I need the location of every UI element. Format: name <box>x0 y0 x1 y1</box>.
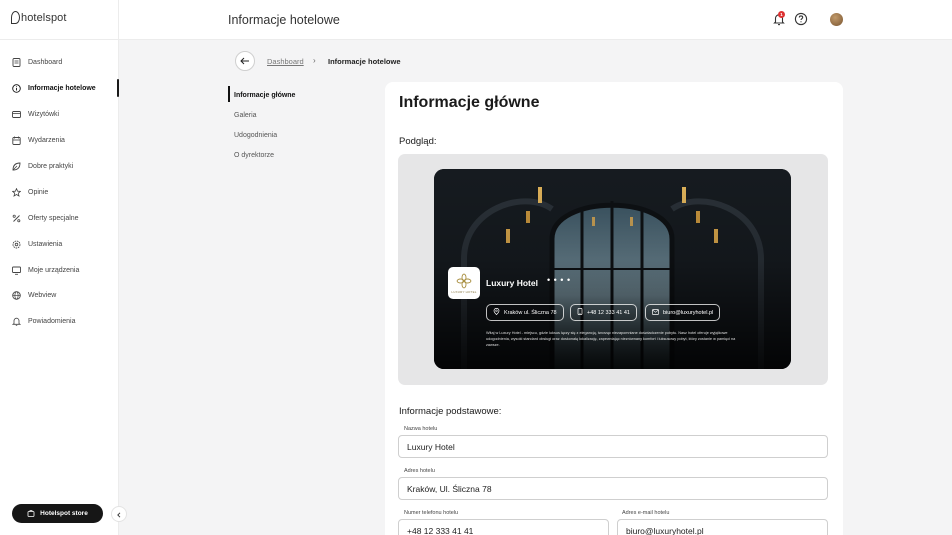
preview-email-chip[interactable]: biuro@luxuryhotel.pl <box>645 304 721 321</box>
topbar: Informacje hotelowe 1 <box>119 0 952 40</box>
notifications-button[interactable]: 1 <box>772 11 786 26</box>
sidebar-item-label: Wizytówki <box>28 111 60 119</box>
sidebar-item-label: Ustawienia <box>28 240 63 248</box>
sidebar-item-notifications[interactable]: Powiadomienia <box>0 309 119 335</box>
breadcrumb-current: Informacje hotelowe <box>328 57 401 66</box>
phone-icon <box>577 308 583 317</box>
hotel-name-field[interactable]: Luxury Hotel <box>398 435 828 458</box>
collapse-sidebar-button[interactable] <box>111 506 127 522</box>
user-avatar[interactable] <box>830 13 843 26</box>
subnav-item-gallery[interactable]: Galeria <box>228 105 295 125</box>
sidebar-item-label: Powiadomienia <box>28 318 76 326</box>
subnav-item-amenities[interactable]: Udogodnienia <box>228 125 295 145</box>
hotel-phone-label: Numer telefonu hotelu <box>404 510 459 516</box>
back-button[interactable] <box>235 51 255 71</box>
sidebar-item-reviews[interactable]: Opinie <box>0 179 119 205</box>
logo-pin-icon <box>11 11 20 24</box>
hotel-logo: LUXURY HOTEL <box>448 267 480 299</box>
sidebar-item-hotel-info[interactable]: Informacje hotelowe <box>0 76 119 102</box>
notification-badge: 1 <box>778 11 785 18</box>
hotel-phone-field[interactable]: +48 12 333 41 41 <box>398 519 609 535</box>
sidebar-nav: Dashboard Informacje hotelowe Wizytówki … <box>0 50 119 335</box>
subnav-item-main-info[interactable]: Informacje główne <box>228 85 295 105</box>
preview-phone-chip[interactable]: +48 12 333 41 41 <box>570 304 637 321</box>
hotel-logo-text: LUXURY HOTEL <box>451 289 477 294</box>
preview-email-text: biuro@luxuryhotel.pl <box>663 309 714 316</box>
section-subnav: Informacje główne Galeria Udogodnienia O… <box>228 85 295 165</box>
sidebar-item-devices[interactable]: Moje urządzenia <box>0 257 119 283</box>
hotel-name-label: Nazwa hotelu <box>404 426 438 432</box>
hotel-preview-hero: LUXURY HOTEL Luxury Hotel • • • • Kraków… <box>434 169 791 369</box>
hotel-email-label: Adres e-mail hotelu <box>622 510 670 516</box>
gear-icon <box>12 240 21 249</box>
calendar-icon <box>12 136 21 146</box>
flower-logo-icon <box>456 273 472 288</box>
leaf-icon <box>12 162 21 171</box>
sidebar: hotelspot Dashboard Informacje hotelowe … <box>0 0 119 535</box>
monitor-icon <box>12 266 21 275</box>
preview-phone-text: +48 12 333 41 41 <box>587 309 630 316</box>
arrow-left-icon <box>240 52 250 70</box>
sidebar-item-good-practices[interactable]: Dobre praktyki <box>0 154 119 180</box>
store-button-label: Hotelspot store <box>40 510 88 517</box>
sidebar-item-events[interactable]: Wydarzenia <box>0 128 119 154</box>
sidebar-item-settings[interactable]: Ustawienia <box>0 231 119 257</box>
sidebar-item-special-offers[interactable]: Oferty specjalne <box>0 205 119 231</box>
hotel-email-field[interactable]: biuro@luxuryhotel.pl <box>617 519 828 535</box>
sidebar-item-label: Moje urządzenia <box>28 266 80 274</box>
sidebar-item-label: Oferty specjalne <box>28 214 79 222</box>
document-icon <box>12 58 21 68</box>
hotelspot-store-button[interactable]: Hotelspot store <box>12 504 103 523</box>
subnav-item-director[interactable]: O dyrektorze <box>228 145 295 165</box>
sidebar-item-dashboard[interactable]: Dashboard <box>0 50 119 76</box>
breadcrumb-dashboard-link[interactable]: Dashboard <box>267 57 304 66</box>
basic-info-label: Informacje podstawowe: <box>399 406 502 417</box>
sidebar-divider <box>0 39 119 40</box>
preview-address-text: Kraków ul. Śliczna 78 <box>504 309 557 316</box>
shopping-bag-icon <box>27 509 35 519</box>
help-button[interactable] <box>794 12 808 26</box>
card-icon <box>12 110 21 119</box>
logo-text: hotelspot <box>21 12 67 24</box>
sidebar-item-business-cards[interactable]: Wizytówki <box>0 102 119 128</box>
page-title: Informacje hotelowe <box>228 13 340 27</box>
preview-dots: • • • • <box>547 275 571 285</box>
hotel-address-field[interactable]: Kraków, Ul. Śliczna 78 <box>398 477 828 500</box>
bell-icon <box>12 317 21 327</box>
section-title: Informacje główne <box>399 94 540 111</box>
hotel-address-label: Adres hotelu <box>404 468 435 474</box>
location-pin-icon <box>493 308 500 317</box>
sidebar-item-label: Opinie <box>28 188 49 196</box>
question-icon <box>794 12 808 26</box>
star-icon <box>12 187 21 197</box>
chevron-left-icon <box>116 505 122 523</box>
mail-icon <box>652 308 659 317</box>
info-icon <box>12 84 21 94</box>
preview-label: Podgląd: <box>399 136 437 147</box>
hotelspot-logo[interactable]: hotelspot <box>11 11 67 24</box>
main-info-card: Informacje główne Podgląd: LUXURY HOTEL … <box>385 82 843 535</box>
preview-container: LUXURY HOTEL Luxury Hotel • • • • Kraków… <box>398 154 828 385</box>
sidebar-item-webview[interactable]: Webview <box>0 283 119 309</box>
percent-icon <box>12 214 21 223</box>
breadcrumb-separator: › <box>313 56 316 65</box>
preview-description: Witaj w Luxury Hotel - miejscu, gdzie lu… <box>486 331 736 347</box>
preview-hotel-name: Luxury Hotel <box>486 278 538 288</box>
sidebar-item-label: Dashboard <box>28 59 63 67</box>
sidebar-item-label: Informacje hotelowe <box>28 85 96 93</box>
sidebar-item-label: Webview <box>28 292 57 300</box>
sidebar-item-label: Wydarzenia <box>28 137 65 145</box>
globe-icon <box>12 291 21 301</box>
sidebar-item-label: Dobre praktyki <box>28 163 74 170</box>
preview-address-chip[interactable]: Kraków ul. Śliczna 78 <box>486 304 564 321</box>
